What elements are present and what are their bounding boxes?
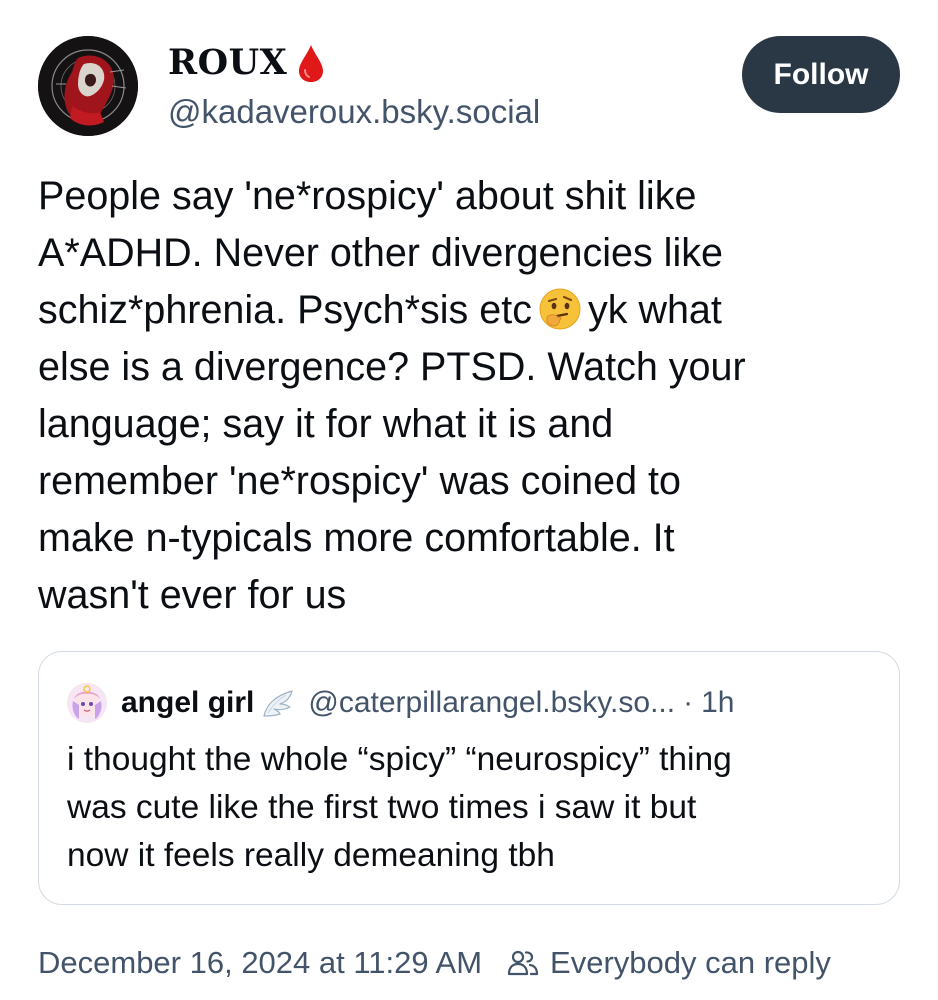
quote-author-avatar[interactable] xyxy=(67,683,107,723)
quote-timestamp[interactable]: 1h xyxy=(701,686,734,720)
quote-post-card[interactable]: angel girl @caterpillarangel.bsky.so... … xyxy=(38,651,900,905)
author-avatar[interactable] xyxy=(38,36,138,136)
post-line-segment: schiz*phrenia. Psych*sis etc xyxy=(38,288,532,332)
post-line-segment: yk what xyxy=(587,288,722,332)
post-line: People say 'ne*rospicy' about shit like xyxy=(38,174,697,218)
quote-author-handle[interactable]: @caterpillarangel.bsky.so... xyxy=(308,686,675,720)
quote-header: angel girl @caterpillarangel.bsky.so... … xyxy=(67,680,871,726)
quote-text: i thought the whole “spicy” “neurospicy”… xyxy=(67,736,877,880)
thinking-face-emoji xyxy=(539,288,581,330)
separator-dot: · xyxy=(683,686,694,719)
post-line: remember 'ne*rospicy' was coined to xyxy=(38,459,681,503)
display-name-text: ROUX xyxy=(168,42,288,83)
post-line: language; say it for what it is and xyxy=(38,402,614,446)
quote-line: was cute like the first two times i saw … xyxy=(67,789,697,826)
post-line: make n-typicals more comfortable. It xyxy=(38,516,675,560)
quote-line: now it feels really demeaning tbh xyxy=(67,837,555,874)
post-text: People say 'ne*rospicy' about shit like … xyxy=(38,168,908,624)
post-line: A*ADHD. Never other divergencies like xyxy=(38,231,723,275)
quote-line: i thought the whole “spicy” “neurospicy”… xyxy=(67,741,732,778)
follow-button[interactable]: Follow xyxy=(742,36,900,113)
post-line: wasn't ever for us xyxy=(38,573,347,617)
author-handle[interactable]: @kadaveroux.bsky.social xyxy=(168,93,540,131)
reply-setting[interactable]: Everybody can reply xyxy=(550,945,831,981)
avatar-image xyxy=(38,36,138,136)
quote-author-name[interactable]: angel girl xyxy=(121,686,254,720)
people-icon xyxy=(507,950,539,976)
blood-drop-icon xyxy=(299,44,324,82)
post-timestamp: December 16, 2024 at 11:29 AM xyxy=(38,945,483,980)
post-line: schiz*phrenia. Psych*sis etc yk what xyxy=(38,282,908,339)
angel-wing-icon xyxy=(263,690,293,717)
post-footer: December 16, 2024 at 11:29 AM Everybody … xyxy=(38,940,831,986)
post-line: else is a divergence? PTSD. Watch your xyxy=(38,345,746,389)
quote-avatar-image xyxy=(67,683,107,723)
author-display-name[interactable]: ROUX xyxy=(168,42,325,83)
